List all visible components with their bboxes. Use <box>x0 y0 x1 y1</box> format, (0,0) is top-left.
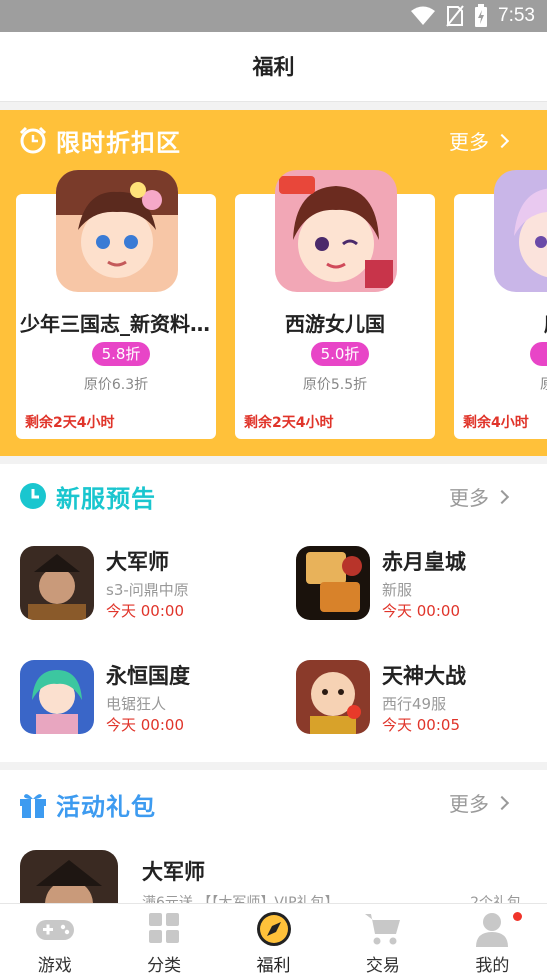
page-title: 福利 <box>252 55 295 79</box>
nav-label: 游戏 <box>37 956 72 976</box>
game-icon <box>296 546 370 620</box>
chevron-right-icon <box>494 489 510 504</box>
more-label: 更多 <box>449 792 489 816</box>
server-open-time: 今天 00:00 <box>106 716 184 734</box>
nav-item-categories[interactable]: 分类 <box>109 904 218 976</box>
server-open-time: 今天 00:00 <box>106 602 184 620</box>
server-open-time: 今天 00:05 <box>382 716 460 734</box>
gift-item[interactable]: 大军师 满6元送 【【大军师】VIP礼包】 2个礼包 <box>20 850 527 903</box>
battery-charging-icon <box>475 4 488 27</box>
discount-badge: 5.8折 <box>92 342 150 366</box>
original-price: 原价 <box>454 374 547 394</box>
nav-label: 我的 <box>475 956 510 976</box>
chevron-right-icon <box>494 795 510 810</box>
gift-count: 2个礼包 <box>470 895 521 903</box>
top-app-bar: 福利 <box>0 32 547 102</box>
original-price: 原价5.5折 <box>302 377 368 393</box>
game-icon <box>20 546 94 620</box>
gift-more-link[interactable]: 更多 <box>449 788 510 817</box>
game-name: 西游女儿国 <box>285 312 385 336</box>
nav-item-trade[interactable]: 交易 <box>328 904 437 976</box>
time-remaining: 剩余2天4小时 <box>244 415 334 431</box>
gift-description: 满6元送 【【大军师】VIP礼包】 <box>142 895 339 903</box>
server-item[interactable]: 天神大战 西行49服 今天 00:05 <box>296 660 547 736</box>
flash-more-link[interactable]: 更多 <box>449 126 510 155</box>
nav-label: 交易 <box>365 956 400 976</box>
chevron-right-icon <box>494 133 510 148</box>
game-name: 少年三国志_新资料... <box>20 312 213 336</box>
game-icon <box>20 850 118 903</box>
nav-label: 分类 <box>147 956 182 976</box>
server-name: 新服 <box>382 581 413 599</box>
no-sim-icon <box>446 5 464 27</box>
compass-icon <box>256 912 291 946</box>
nav-label: 福利 <box>256 956 291 976</box>
cart-icon <box>364 914 400 945</box>
flash-discount-section: 限时折扣区 更多 少年三国志_新资料... 5.8折 原价6.3折 剩余2天4小… <box>0 110 547 456</box>
discount-card[interactable]: 西游女儿国 5.0折 原价5.5折 剩余2天4小时 <box>235 170 435 439</box>
time-remaining: 剩余4小时 <box>463 415 529 431</box>
game-thumbnail <box>275 170 397 292</box>
server-item[interactable]: 赤月皇城 新服 今天 00:00 <box>296 546 547 622</box>
discount-badge: 3 <box>530 342 547 366</box>
server-game-name: 大军师 <box>106 550 169 574</box>
discount-badge: 5.0折 <box>311 342 369 366</box>
gift-section-header: 活动礼包 <box>18 786 156 822</box>
more-label: 更多 <box>449 130 489 154</box>
server-item[interactable]: 永恒国度 电锯狂人 今天 00:00 <box>20 660 280 736</box>
status-time: 7:53 <box>498 5 535 26</box>
server-section-header: 新服预告 <box>18 478 156 514</box>
game-icon <box>20 660 94 734</box>
wifi-icon <box>411 6 436 25</box>
user-icon <box>476 913 509 947</box>
gift-section-title: 活动礼包 <box>56 792 156 821</box>
discount-card[interactable]: 少年三国志_新资料... 5.8折 原价6.3折 剩余2天4小时 <box>16 170 216 439</box>
notification-dot <box>512 912 522 921</box>
server-name: 西行49服 <box>382 695 447 713</box>
clock-icon <box>20 483 46 509</box>
gift-icon <box>20 794 46 818</box>
nav-item-welfare[interactable]: 福利 <box>219 904 328 976</box>
server-section-title: 新服预告 <box>56 484 156 513</box>
flash-section-header: 限时折扣区 <box>18 122 181 158</box>
status-bar: 7:53 <box>0 0 547 32</box>
server-game-name: 永恒国度 <box>106 664 190 688</box>
server-open-time: 今天 00:00 <box>382 602 460 620</box>
discount-card[interactable]: 魔 3 原价 剩余4小时 <box>454 170 547 439</box>
game-icon <box>296 660 370 734</box>
nav-item-games[interactable]: 游戏 <box>0 904 109 976</box>
server-more-link[interactable]: 更多 <box>449 482 510 511</box>
server-item[interactable]: 大军师 s3-问鼎中原 今天 00:00 <box>20 546 280 622</box>
grid-icon <box>149 913 180 943</box>
activity-gift-section: 活动礼包 更多 大军师 满6元送 【【大军师】VIP礼包】 2个礼包 <box>0 770 547 903</box>
alarm-clock-icon <box>19 126 47 154</box>
server-name: s3-问鼎中原 <box>106 581 189 599</box>
flash-section-title: 限时折扣区 <box>56 128 181 157</box>
server-game-name: 赤月皇城 <box>382 550 466 574</box>
time-remaining: 剩余2天4小时 <box>25 415 115 431</box>
server-name: 电锯狂人 <box>106 695 167 713</box>
bottom-navigation: 游戏 分类 福利 交易 我的 <box>0 903 547 976</box>
game-thumbnail <box>494 170 547 292</box>
new-server-section: 新服预告 更多 大军师 s3-问鼎中原 今天 00:00 赤月皇城 新服 今天 … <box>0 464 547 762</box>
original-price: 原价6.3折 <box>83 377 149 393</box>
server-game-name: 天神大战 <box>382 664 466 688</box>
game-thumbnail <box>56 170 178 292</box>
gamepad-icon <box>35 920 74 940</box>
game-name: 魔 <box>454 308 547 337</box>
gift-game-name: 大军师 <box>142 860 205 884</box>
nav-item-mine[interactable]: 我的 <box>438 904 547 976</box>
more-label: 更多 <box>449 486 489 510</box>
